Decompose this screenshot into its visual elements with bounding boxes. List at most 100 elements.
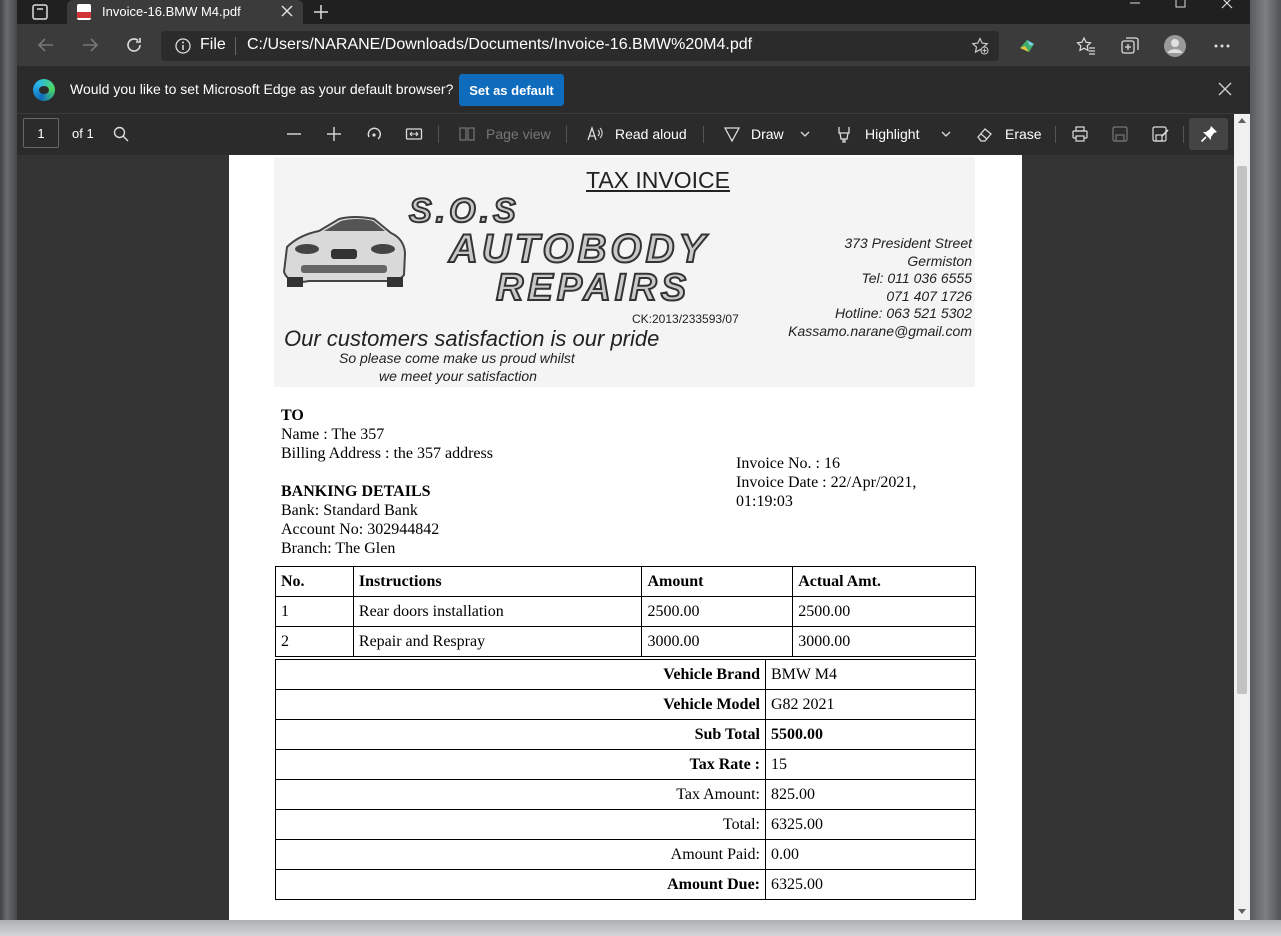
- extension-icon[interactable]: [1017, 36, 1037, 56]
- zoom-in-icon[interactable]: [325, 125, 343, 143]
- totals-row: Vehicle Model G82 2021: [275, 689, 976, 720]
- address-line: 071 407 1726: [886, 287, 972, 304]
- pdf-icon: [77, 4, 91, 20]
- logo-text-autobody: AUTOBODY: [448, 226, 710, 272]
- table-cell: 2500.00: [641, 596, 794, 627]
- table-row: 2 Repair and Respray 3000.00 3000.00: [275, 626, 976, 657]
- totals-row: Amount Paid: 0.00: [275, 839, 976, 870]
- draw-chevron-down-icon[interactable]: [798, 125, 812, 143]
- address-line: Hotline: 063 521 5302: [835, 305, 972, 321]
- totals-label: Tax Amount:: [275, 779, 766, 810]
- totals-row: Sub Total 5500.00: [275, 719, 976, 750]
- infobar-message: Would you like to set Microsoft Edge as …: [70, 81, 454, 97]
- highlight-icon[interactable]: [835, 125, 853, 143]
- back-arrow-icon[interactable]: [36, 35, 56, 55]
- scroll-up-arrow-icon[interactable]: [1238, 118, 1246, 123]
- fit-to-page-icon[interactable]: [405, 125, 423, 143]
- table-row: 1 Rear doors installation 2500.00 2500.0…: [275, 596, 976, 627]
- add-favorite-icon[interactable]: [971, 37, 989, 55]
- table-cell: 3000.00: [792, 626, 976, 657]
- set-as-default-button[interactable]: Set as default: [459, 74, 564, 106]
- maximize-icon[interactable]: [1158, 0, 1204, 24]
- to-heading: TO: [281, 407, 304, 424]
- page-view-button: Page view: [486, 126, 551, 142]
- vertical-scrollbar[interactable]: [1234, 114, 1250, 920]
- pdf-page: TAX INVOICE S.O.S AUTOBODY REPAIRS CK:20…: [229, 155, 1022, 920]
- eraser-icon[interactable]: [976, 125, 994, 143]
- invoice-date: Invoice Date : 22/Apr/2021,: [736, 474, 917, 491]
- totals-value: 5500.00: [765, 719, 976, 750]
- totals-label: Total:: [275, 809, 766, 840]
- invoice-title: TAX INVOICE: [586, 167, 730, 193]
- tab-actions-icon[interactable]: [31, 3, 49, 21]
- banking-details-block: BANKING DETAILS Bank: Standard Bank Acco…: [281, 482, 439, 558]
- url-field[interactable]: File C:/Users/NARANE/Downloads/Documents…: [161, 31, 999, 61]
- pin-icon: [1200, 126, 1217, 143]
- new-tab-icon[interactable]: [311, 2, 331, 22]
- invoice-letterhead: TAX INVOICE S.O.S AUTOBODY REPAIRS CK:20…: [274, 157, 975, 387]
- close-infobar-icon[interactable]: [1217, 81, 1233, 97]
- collections-icon[interactable]: [1120, 36, 1140, 56]
- totals-value: 6325.00: [765, 809, 976, 840]
- highlight-chevron-down-icon[interactable]: [939, 125, 953, 143]
- info-icon[interactable]: [175, 38, 191, 54]
- refresh-icon[interactable]: [124, 35, 144, 55]
- read-aloud-icon[interactable]: [586, 125, 604, 143]
- invoice-info-block: Invoice No. : 16 Invoice Date : 22/Apr/2…: [736, 454, 916, 511]
- account-number: Account No: 302944842: [281, 521, 440, 538]
- billing-address: Billing Address : the 357 address: [281, 445, 493, 462]
- save-icon: [1112, 126, 1128, 142]
- page-number-input[interactable]: 1: [23, 118, 59, 148]
- read-aloud-button[interactable]: Read aloud: [615, 126, 687, 142]
- print-icon[interactable]: [1071, 125, 1089, 143]
- pdf-toolbar: 1 of 1 Page view Read aloud Draw Highlig…: [17, 114, 1250, 155]
- toolbar-separator: [566, 126, 567, 143]
- page-count-label: of 1: [72, 126, 94, 141]
- totals-row: Total: 6325.00: [275, 809, 976, 840]
- invoice-time: 01:19:03: [736, 493, 793, 510]
- desktop-background-left: [0, 0, 17, 936]
- zoom-out-icon[interactable]: [285, 125, 303, 143]
- tab-invoice-pdf[interactable]: Invoice-16.BMW M4.pdf: [67, 0, 303, 24]
- forward-arrow-icon[interactable]: [80, 35, 100, 55]
- slogan-line2: So please come make us proud whilst: [339, 350, 575, 366]
- scrollbar-thumb[interactable]: [1237, 166, 1247, 694]
- totals-label: Amount Due:: [275, 869, 766, 900]
- column-header: No.: [275, 566, 354, 597]
- table-cell: 2: [275, 626, 354, 657]
- totals-label: Vehicle Model: [275, 689, 766, 720]
- profile-avatar-icon[interactable]: [1163, 34, 1187, 58]
- company-registration: CK:2013/233593/07: [632, 312, 739, 326]
- search-icon[interactable]: [112, 125, 130, 143]
- save-as-icon[interactable]: [1151, 125, 1169, 143]
- table-cell: Repair and Respray: [352, 626, 643, 657]
- favorites-icon[interactable]: [1076, 36, 1096, 56]
- totals-value: BMW M4: [765, 659, 976, 690]
- table-cell: Rear doors installation: [352, 596, 643, 627]
- totals-value: 0.00: [765, 839, 976, 870]
- close-window-icon[interactable]: [1204, 0, 1250, 24]
- recipient-block: TO Name : The 357 Billing Address : the …: [281, 406, 493, 463]
- close-tab-icon[interactable]: [279, 3, 295, 19]
- url-text[interactable]: C:/Users/NARANE/Downloads/Documents/Invo…: [247, 36, 752, 54]
- logo-text-repairs: REPAIRS: [495, 266, 691, 310]
- branch-name: Branch: The Glen: [281, 540, 396, 557]
- rotate-icon[interactable]: [365, 125, 383, 143]
- table-cell: 3000.00: [641, 626, 794, 657]
- more-options-icon[interactable]: [1212, 36, 1232, 56]
- recipient-name: Name : The 357: [281, 426, 385, 443]
- highlight-button[interactable]: Highlight: [865, 126, 919, 142]
- pin-toolbar-button[interactable]: [1189, 118, 1228, 150]
- totals-label: Tax Rate :: [275, 749, 766, 780]
- draw-button[interactable]: Draw: [751, 126, 784, 142]
- url-separator: [235, 37, 236, 55]
- minimize-icon[interactable]: [1112, 0, 1158, 24]
- pdf-viewer: TAX INVOICE S.O.S AUTOBODY REPAIRS CK:20…: [17, 155, 1234, 920]
- draw-icon[interactable]: [723, 125, 741, 143]
- scroll-down-arrow-icon[interactable]: [1238, 909, 1246, 914]
- address-line: Tel: 011 036 6555: [861, 270, 972, 286]
- totals-table: Vehicle Brand BMW M4 Vehicle Model G82 2…: [275, 659, 976, 900]
- car-logo-image: [282, 216, 407, 287]
- address-line: Kassamo.narane@gmail.com: [788, 322, 972, 339]
- erase-button[interactable]: Erase: [1005, 126, 1042, 142]
